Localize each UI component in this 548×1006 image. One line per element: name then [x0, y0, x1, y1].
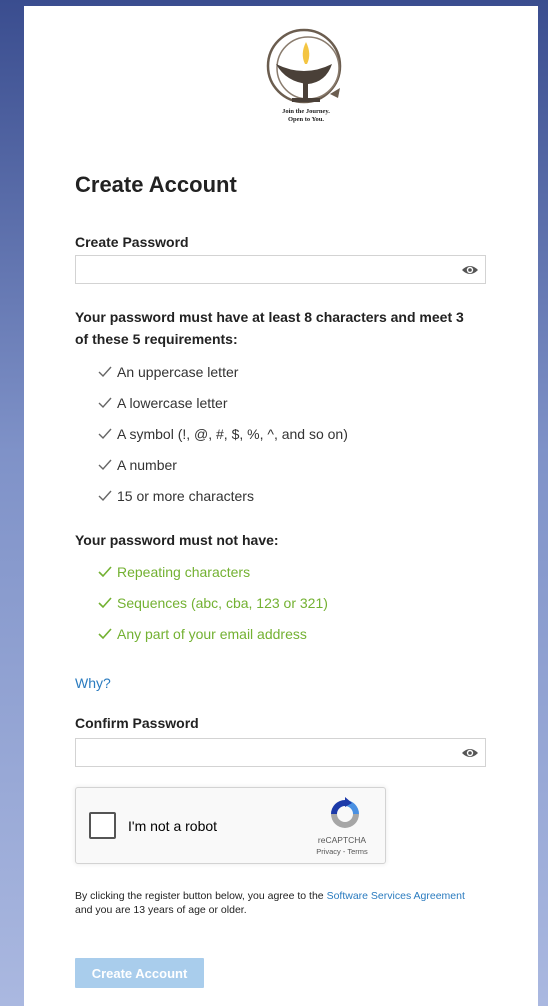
why-link[interactable]: Why?	[75, 675, 111, 691]
recaptcha-widget: I'm not a robot reCAPTCHA Privacy - Term…	[75, 787, 386, 864]
confirm-password-label: Confirm Password	[75, 715, 199, 731]
recaptcha-brand: reCAPTCHA	[317, 835, 367, 845]
recaptcha-terms-link[interactable]: Terms	[347, 847, 367, 856]
requirement-label: A symbol (!, @, #, $, %, ^, and so on)	[117, 425, 348, 442]
requirement-label: A lowercase letter	[117, 394, 228, 411]
recaptcha-label: I'm not a robot	[128, 818, 218, 834]
restriction-repeating: Repeating characters	[98, 556, 328, 587]
confirm-password-wrapper	[75, 738, 486, 767]
restrictions-list: Repeating characters Sequences (abc, cba…	[98, 556, 328, 649]
confirm-password-input[interactable]	[76, 739, 485, 766]
eye-icon[interactable]	[461, 263, 479, 277]
check-icon	[98, 366, 112, 377]
create-password-wrapper	[75, 255, 486, 284]
requirement-number: A number	[98, 449, 348, 480]
eye-icon[interactable]	[461, 746, 479, 760]
requirement-symbol: A symbol (!, @, #, $, %, ^, and so on)	[98, 418, 348, 449]
software-services-agreement-link[interactable]: Software Services Agreement	[327, 890, 465, 902]
check-icon	[98, 428, 112, 439]
create-password-label: Create Password	[75, 234, 189, 250]
restriction-label: Sequences (abc, cba, 123 or 321)	[117, 594, 328, 611]
requirement-label: 15 or more characters	[117, 487, 254, 504]
recaptcha-logo-icon	[331, 797, 359, 828]
check-icon	[98, 565, 112, 577]
requirement-length: 15 or more characters	[98, 480, 348, 511]
check-icon	[98, 490, 112, 501]
requirements-heading: Your password must have at least 8 chara…	[75, 309, 464, 347]
create-password-input[interactable]	[76, 256, 485, 283]
recaptcha-checkbox[interactable]	[89, 812, 116, 839]
restriction-sequences: Sequences (abc, cba, 123 or 321)	[98, 587, 328, 618]
logo-caption-line2: Open to You.	[287, 116, 325, 123]
requirements-list: An uppercase letter A lowercase letter A…	[98, 356, 348, 511]
chalice-logo-icon	[266, 28, 342, 104]
create-account-button[interactable]: Create Account	[75, 958, 204, 988]
recaptcha-links: Privacy - Terms	[298, 847, 386, 856]
requirement-label: An uppercase letter	[117, 363, 239, 380]
check-icon	[98, 459, 112, 470]
restriction-email: Any part of your email address	[98, 618, 328, 649]
agreement-text: By clicking the register button below, y…	[75, 889, 475, 917]
agreement-text-before: By clicking the register button below, y…	[75, 890, 327, 902]
recaptcha-privacy-link[interactable]: Privacy	[316, 847, 341, 856]
logo-caption: Join the Journey. Open to You.	[256, 108, 356, 124]
check-icon	[98, 596, 112, 608]
registration-card: Join the Journey. Open to You. Create Ac…	[24, 6, 538, 1006]
requirement-uppercase: An uppercase letter	[98, 356, 348, 387]
requirement-lowercase: A lowercase letter	[98, 387, 348, 418]
agreement-text-after: and you are 13 years of age or older.	[75, 904, 247, 916]
restrictions-heading: Your password must not have:	[75, 532, 279, 548]
check-icon	[98, 627, 112, 639]
logo-caption-line1: Join the Journey.	[282, 108, 330, 115]
logo: Join the Journey. Open to You.	[256, 26, 356, 134]
page-title: Create Account	[75, 172, 237, 197]
restriction-label: Any part of your email address	[117, 625, 307, 642]
check-icon	[98, 397, 112, 408]
requirement-label: A number	[117, 456, 177, 473]
restriction-label: Repeating characters	[117, 563, 251, 580]
